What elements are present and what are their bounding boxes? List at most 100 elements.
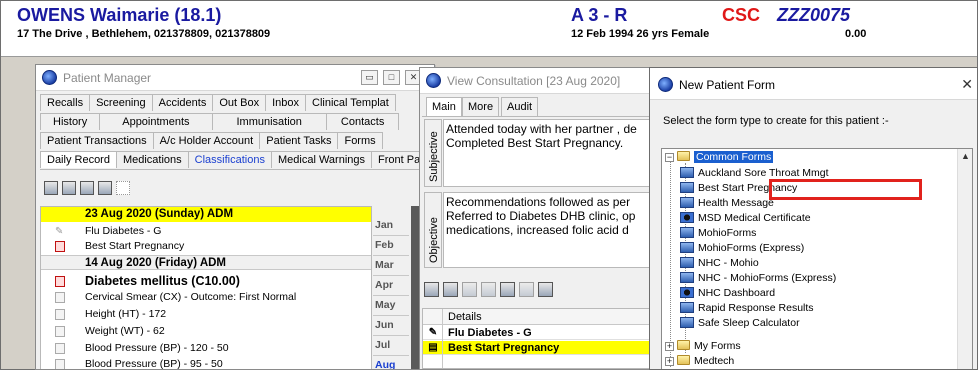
subjective-textbox[interactable]: Attended today with her partner , de Com… xyxy=(443,119,658,187)
record-item[interactable]: Cervical Smear (CX) - Outcome: First Nor… xyxy=(41,290,371,305)
tab-contacts[interactable]: Contacts xyxy=(325,113,400,130)
record-date-header[interactable]: 23 Aug 2020 (Sunday) ADM xyxy=(41,207,371,222)
tree-item-form[interactable]: Rapid Response Results xyxy=(680,301,814,316)
tab-forms[interactable]: Forms xyxy=(337,132,383,149)
medtech-logo-icon xyxy=(658,77,673,92)
record-date-header[interactable]: 14 Aug 2020 (Friday) ADM xyxy=(41,255,371,270)
tab-patient-transactions[interactable]: Patient Transactions xyxy=(40,132,154,149)
expand-icon[interactable]: + xyxy=(665,342,674,351)
consultation-details-grid: Details ✎ Flu Diabetes - G ▤ Best Start Pr… xyxy=(422,308,658,369)
save-icon[interactable] xyxy=(500,282,515,297)
scroll-up-icon[interactable]: ▲ xyxy=(961,151,970,161)
document-icon xyxy=(55,309,65,320)
grid-row[interactable]: ✎ Flu Diabetes - G xyxy=(423,326,657,340)
note-icon[interactable] xyxy=(538,282,553,297)
form-type-prompt: Select the form type to create for this … xyxy=(663,115,889,127)
medtech-logo-icon xyxy=(426,73,441,88)
patient-manager-titlebar[interactable]: Patient Manager ▭ □ ✕ xyxy=(36,65,434,91)
form-icon[interactable] xyxy=(443,282,458,297)
tab-medical-warnings[interactable]: Medical Warnings xyxy=(270,151,372,168)
expand-icon[interactable]: + xyxy=(665,357,674,366)
tab-row-2: History Appointments Immunisation Contacts xyxy=(40,113,400,131)
tree-item-form[interactable]: NHC - Mohio xyxy=(680,256,759,271)
tree-item-form[interactable]: NHC - MohioForms (Express) xyxy=(680,271,836,286)
month-jul[interactable]: Jul xyxy=(373,336,409,356)
tree-folder-common-forms[interactable]: − Common Forms xyxy=(665,150,774,165)
objective-line: medications, increased folic acid d xyxy=(446,223,629,237)
tab-patient-tasks[interactable]: Patient Tasks xyxy=(259,132,339,149)
edit-record-icon[interactable] xyxy=(62,181,76,195)
tab-history[interactable]: History xyxy=(40,113,101,130)
tab-accidents[interactable]: Accidents xyxy=(151,94,214,111)
form-icon xyxy=(680,257,694,268)
csc-badge: CSC xyxy=(722,5,761,25)
collapse-icon[interactable]: − xyxy=(665,153,674,162)
month-jun[interactable]: Jun xyxy=(373,316,409,336)
form-icon xyxy=(680,227,694,238)
month-may[interactable]: May xyxy=(373,296,409,316)
details-column-header[interactable]: Details xyxy=(448,311,482,323)
search-record-icon[interactable] xyxy=(98,181,112,195)
tab-daily-record[interactable]: Daily Record xyxy=(40,151,117,168)
column-separator xyxy=(442,309,443,368)
tree-guide xyxy=(670,157,671,367)
record-item[interactable]: Diabetes mellitus (C10.00) xyxy=(41,274,371,289)
month-aug[interactable]: Aug xyxy=(373,356,409,369)
record-item-label: Blood Pressure (BP) - 95 - 50 xyxy=(85,358,223,370)
view-consultation-titlebar[interactable]: View Consultation [23 Aug 2020] xyxy=(420,68,658,94)
form-icon xyxy=(680,197,694,208)
tree-item-form[interactable]: MohioForms xyxy=(680,226,756,241)
record-item-label: Weight (WT) - 62 xyxy=(85,325,165,337)
minimize-icon[interactable]: ▭ xyxy=(361,70,378,85)
tab-appointments[interactable]: Appointments xyxy=(99,113,213,130)
grid-row-label: Flu Diabetes - G xyxy=(448,327,532,339)
tab-medications[interactable]: Medications xyxy=(115,151,189,168)
tab-classifications[interactable]: Classifications xyxy=(187,151,272,168)
edit-icon[interactable] xyxy=(424,282,439,297)
record-item[interactable]: Blood Pressure (BP) - 120 - 50 xyxy=(41,341,371,356)
record-item[interactable]: Blood Pressure (BP) - 95 - 50 xyxy=(41,357,371,370)
form-icon: ▤ xyxy=(428,342,438,353)
tree-scrollbar[interactable]: ▲ xyxy=(957,149,972,369)
month-apr[interactable]: Apr xyxy=(373,276,409,296)
tab-out-box[interactable]: Out Box xyxy=(212,94,267,111)
view-record-icon[interactable] xyxy=(80,181,94,195)
tab-clinical-templates[interactable]: Clinical Templat xyxy=(305,94,396,111)
record-item[interactable]: Height (HT) - 172 xyxy=(41,307,371,322)
record-item-label: Flu Diabetes - G xyxy=(85,225,162,237)
tree-item-form[interactable]: MSD Medical Certificate xyxy=(680,211,811,226)
tree-item-form[interactable]: Safe Sleep Calculator xyxy=(680,316,800,331)
copy-icon[interactable] xyxy=(481,282,496,297)
tab-audit[interactable]: Audit xyxy=(501,97,539,117)
tree-item-form[interactable]: MohioForms (Express) xyxy=(680,241,804,256)
tree-item-form[interactable]: NHC Dashboard xyxy=(680,286,775,301)
form-icon xyxy=(680,287,694,298)
month-feb[interactable]: Feb xyxy=(373,236,409,256)
tab-recalls[interactable]: Recalls xyxy=(40,94,91,111)
tab-ac-holder-account[interactable]: A/c Holder Account xyxy=(152,132,261,149)
tab-immunisation[interactable]: Immunisation xyxy=(211,113,327,130)
tree-folder-my-forms[interactable]: + My Forms xyxy=(665,339,741,354)
record-item[interactable]: ✎ Flu Diabetes - G xyxy=(41,224,371,239)
grid-header: Details xyxy=(423,309,657,325)
tab-screening[interactable]: Screening xyxy=(89,94,153,111)
new-patient-form-titlebar[interactable]: New Patient Form ✕ xyxy=(650,68,977,100)
record-item[interactable]: Best Start Pregnancy xyxy=(41,239,371,254)
print-icon[interactable] xyxy=(462,282,477,297)
tree-item-form[interactable]: Health Message xyxy=(680,196,774,211)
grid-row-selected[interactable]: ▤ Best Start Pregnancy xyxy=(423,341,657,355)
tab-inbox[interactable]: Inbox xyxy=(265,94,306,111)
record-item[interactable]: Weight (WT) - 62 xyxy=(41,324,371,339)
maximize-icon[interactable]: □ xyxy=(383,70,400,85)
tree-folder-medtech[interactable]: + Medtech xyxy=(665,354,734,369)
blank-toolbar-icon xyxy=(116,181,130,195)
pencil-icon: ✎ xyxy=(55,226,64,237)
tab-main[interactable]: Main xyxy=(426,97,462,117)
objective-textbox[interactable]: Recommendations followed as per Referred… xyxy=(443,192,658,268)
tab-more[interactable]: More xyxy=(462,97,500,117)
month-jan[interactable]: Jan xyxy=(373,216,409,236)
new-record-icon[interactable] xyxy=(44,181,58,195)
attach-icon[interactable] xyxy=(519,282,534,297)
close-icon[interactable]: ✕ xyxy=(961,76,973,93)
month-mar[interactable]: Mar xyxy=(373,256,409,276)
